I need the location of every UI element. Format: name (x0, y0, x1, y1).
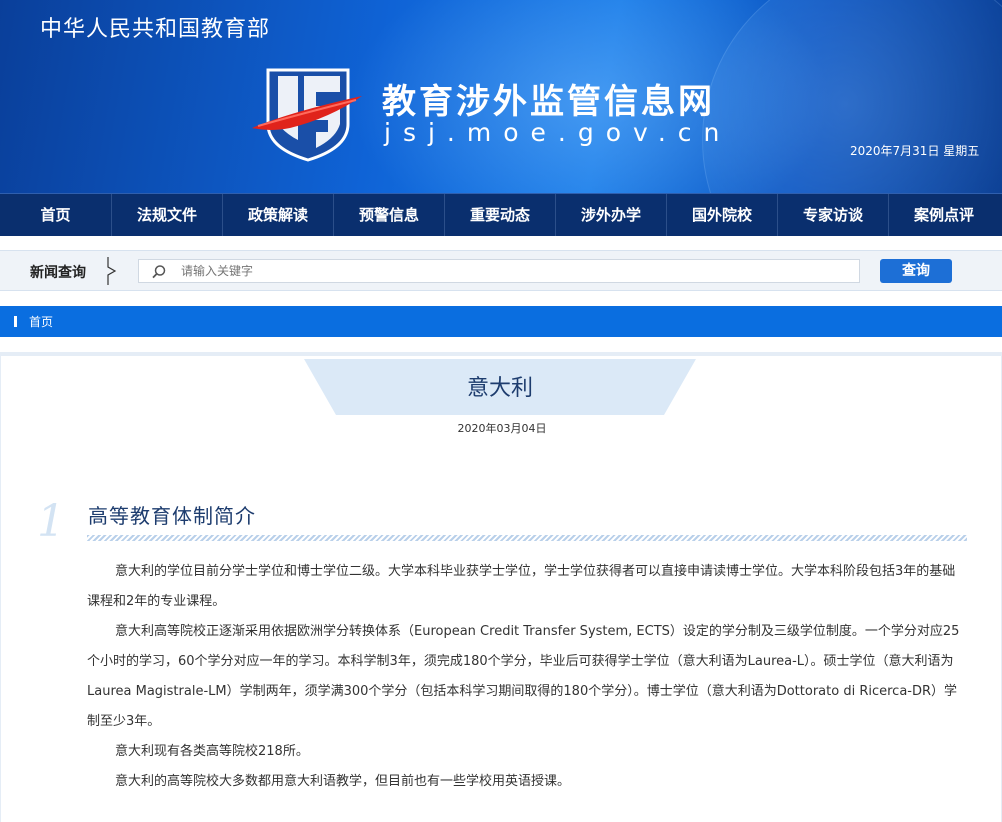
chevron-right-icon (107, 257, 117, 285)
article-paragraph: 意大利的学位目前分学士学位和博士学位二级。大学本科毕业获学士学位，学士学位获得者… (87, 564, 956, 609)
breadcrumb-home-link[interactable]: 首页 (29, 313, 53, 330)
article-paragraph: 意大利的高等院校大多数都用意大利语教学，但目前也有一些学校用英语授课。 (115, 774, 571, 789)
nav-item-foreign-institutions[interactable]: 国外院校 (666, 194, 777, 236)
current-date: 2020年7月31日 星期五 (850, 144, 980, 158)
article-body: 意大利的学位目前分学士学位和博士学位二级。大学本科毕业获学士学位，学士学位获得者… (87, 557, 967, 797)
article-paragraph: 意大利现有各类高等院校218所。 (115, 744, 309, 759)
nav-item-home[interactable]: 首页 (0, 194, 111, 236)
article-paragraph: 意大利高等院校正逐渐采用依据欧洲学分转换体系（European Credit T… (87, 624, 960, 729)
section-title: 高等教育体制简介 (88, 504, 256, 528)
ministry-name[interactable]: 中华人民共和国教育部 (40, 11, 270, 43)
article-panel: 意大利 2020年03月04日 1 高等教育体制简介 意大利的学位目前分学士学位… (0, 352, 1002, 822)
search-icon (152, 265, 166, 279)
breadcrumb: 首页 (0, 306, 1002, 337)
section-divider (87, 535, 967, 541)
nav-item-expert-interviews[interactable]: 专家访谈 (777, 194, 888, 236)
site-domain: jsj.moe.gov.cn (384, 118, 732, 147)
search-label: 新闻查询 (30, 265, 86, 281)
site-name[interactable]: 教育涉外监管信息网 (382, 74, 715, 123)
globe-decoration (702, 0, 1002, 193)
breadcrumb-marker (14, 316, 17, 327)
article-title: 意大利 (466, 376, 533, 401)
search-button[interactable]: 查询 (880, 259, 952, 283)
news-search-bar: 新闻查询 查询 (0, 250, 1002, 291)
nav-item-policy-interpretation[interactable]: 政策解读 (222, 194, 333, 236)
nav-item-news[interactable]: 重要动态 (444, 194, 555, 236)
site-logo-icon[interactable] (250, 66, 370, 162)
nav-item-regulations[interactable]: 法规文件 (111, 194, 222, 236)
nav-item-foreign-schooling[interactable]: 涉外办学 (555, 194, 666, 236)
nav-item-case-reviews[interactable]: 案例点评 (888, 194, 999, 236)
site-header: 中华人民共和国教育部 教育涉外监管信息网 jsj.moe.gov.cn 2020… (0, 0, 1002, 193)
search-input[interactable] (181, 261, 841, 281)
section-number: 1 (37, 496, 65, 547)
main-nav: 首页 法规文件 政策解读 预警信息 重要动态 涉外办学 国外院校 专家访谈 案例… (0, 193, 1002, 236)
nav-item-warnings[interactable]: 预警信息 (333, 194, 444, 236)
search-field[interactable] (138, 259, 860, 283)
article-date: 2020年03月04日 (457, 422, 547, 435)
